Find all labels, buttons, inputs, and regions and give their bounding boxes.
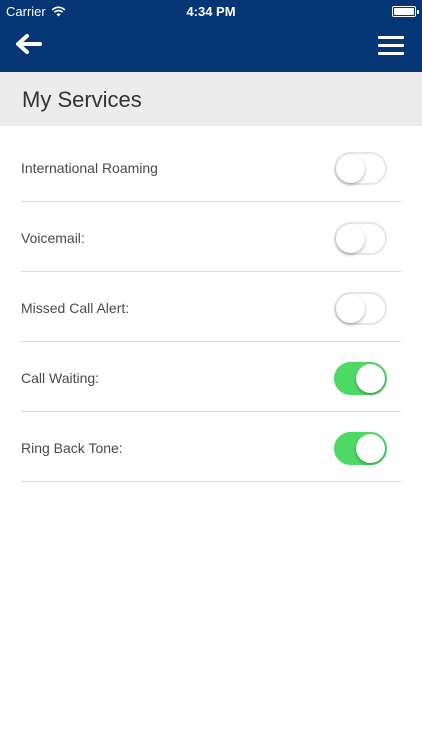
international-roaming-toggle[interactable] xyxy=(334,152,387,185)
hamburger-menu-icon[interactable] xyxy=(378,36,404,56)
battery-fill xyxy=(394,8,414,15)
toggle-knob xyxy=(336,154,365,183)
page-title: My Services xyxy=(22,87,142,112)
service-row-call-waiting: Call Waiting: xyxy=(21,342,401,412)
service-label: International Roaming xyxy=(21,160,158,176)
service-label: Ring Back Tone: xyxy=(21,440,123,456)
toggle-knob xyxy=(356,434,385,463)
service-label: Missed Call Alert: xyxy=(21,300,130,316)
toggle-knob xyxy=(336,294,365,323)
battery-icon xyxy=(392,6,419,17)
ring-back-tone-toggle[interactable] xyxy=(334,432,387,465)
service-row-ring-back-tone: Ring Back Tone: xyxy=(21,412,401,482)
service-label: Call Waiting: xyxy=(21,370,100,386)
service-row-international-roaming: International Roaming xyxy=(21,132,401,202)
status-time: 4:34 PM xyxy=(186,4,236,19)
navigation-bar xyxy=(0,22,422,72)
services-list: International Roaming Voicemail: Missed … xyxy=(0,132,422,482)
voicemail-toggle[interactable] xyxy=(334,222,387,255)
status-bar: Carrier 4:34 PM xyxy=(0,0,422,22)
call-waiting-toggle[interactable] xyxy=(334,362,387,395)
toggle-knob xyxy=(336,224,365,253)
service-row-voicemail: Voicemail: xyxy=(21,202,401,272)
battery-nub xyxy=(417,10,419,14)
arrow-left-icon xyxy=(16,34,42,54)
missed-call-alert-toggle[interactable] xyxy=(334,292,387,325)
service-label: Voicemail: xyxy=(21,230,85,246)
back-button[interactable] xyxy=(14,32,48,60)
service-row-missed-call-alert: Missed Call Alert: xyxy=(21,272,401,342)
toggle-knob xyxy=(356,364,385,393)
section-header: My Services xyxy=(0,72,422,126)
top-bar: Carrier 4:34 PM xyxy=(0,0,422,72)
